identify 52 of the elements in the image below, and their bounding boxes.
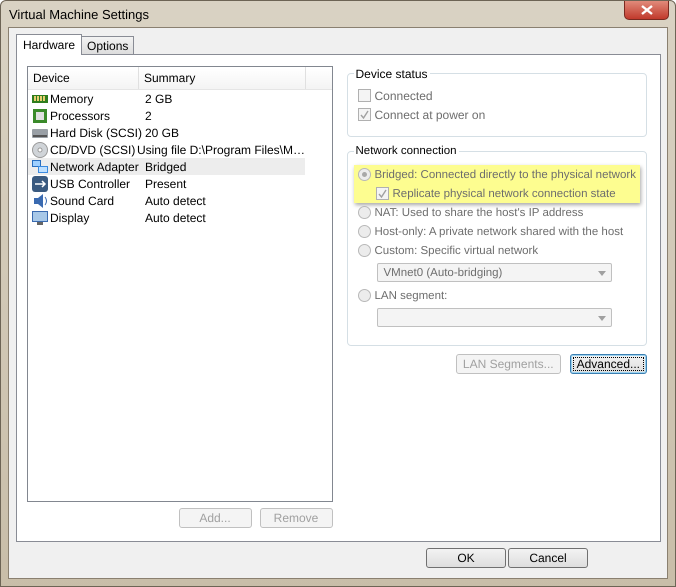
device-row[interactable]: Hard Disk (SCSI) 20 GB bbox=[28, 124, 305, 141]
device-row[interactable]: Sound Card Auto detect bbox=[28, 192, 305, 209]
device-name: CD/DVD (SCSI) bbox=[50, 142, 136, 156]
device-summary: Auto detect bbox=[145, 194, 206, 208]
device-summary: 20 GB bbox=[145, 126, 180, 140]
device-name: Sound Card bbox=[50, 194, 116, 208]
device-name: Hard Disk (SCSI) bbox=[50, 126, 144, 140]
device-name: Processors bbox=[50, 108, 112, 122]
checkbox-label: Connected bbox=[374, 88, 433, 102]
device-row[interactable]: Processors 2 bbox=[28, 107, 305, 124]
radio-label: Custom: Specific virtual network bbox=[374, 244, 538, 256]
tab[interactable]: Options bbox=[81, 36, 134, 54]
device-summary: Using file D:\Program Files\M… bbox=[136, 142, 305, 156]
group-title: Network connection bbox=[354, 145, 458, 157]
device-name: Network Adapter bbox=[50, 160, 140, 174]
radio-label: Host-only: A private network shared with the host bbox=[374, 226, 624, 238]
close-icon bbox=[640, 5, 652, 15]
tab[interactable]: Hardware bbox=[16, 34, 82, 55]
dialog-button[interactable]: Advanced... bbox=[570, 354, 647, 374]
device-name: USB Controller bbox=[50, 176, 132, 190]
device-row[interactable]: Memory 2 GB bbox=[28, 90, 305, 107]
radio-label: NAT: Used to share the host's IP address bbox=[374, 206, 584, 218]
device-row[interactable]: USB Controller Present bbox=[28, 175, 305, 192]
radio-label: Bridged: Connected directly to the physical network bbox=[374, 168, 636, 180]
network-icon bbox=[32, 158, 48, 174]
window-title: Virtual Machine Settings bbox=[9, 6, 149, 22]
device-row[interactable]: Display Auto detect bbox=[28, 209, 305, 226]
dialog-button[interactable]: OK bbox=[426, 548, 506, 568]
dialog-button[interactable]: Cancel bbox=[508, 548, 588, 568]
disc-icon bbox=[32, 142, 48, 158]
close-button[interactable] bbox=[624, 1, 669, 20]
device-row[interactable]: CD/DVD (SCSI)Using file D:\Program Files\M… bbox=[28, 141, 305, 158]
monitor-icon bbox=[32, 210, 48, 226]
device-name: Display bbox=[50, 210, 90, 224]
chip-icon bbox=[32, 108, 48, 124]
column-header[interactable]: Summary bbox=[139, 67, 306, 89]
device-summary: Auto detect bbox=[145, 210, 206, 224]
device-row[interactable]: Network Adapter Bridged bbox=[28, 158, 305, 175]
speaker-icon bbox=[32, 192, 48, 208]
device-summary: Present bbox=[145, 176, 186, 190]
device-name: Memory bbox=[50, 92, 94, 106]
column-header[interactable]: Device bbox=[28, 67, 139, 89]
device-summary: Bridged bbox=[145, 160, 186, 174]
caret-icon bbox=[598, 271, 606, 276]
group-title: Device status bbox=[354, 67, 430, 81]
device-summary: 2 GB bbox=[145, 92, 172, 106]
usb-icon bbox=[32, 176, 48, 192]
checkbox-label: Replicate physical network connection state bbox=[392, 188, 616, 200]
device-summary: 2 bbox=[145, 108, 152, 122]
radio-label: LAN segment: bbox=[374, 290, 448, 302]
caret-icon bbox=[598, 316, 606, 321]
checkbox-label: Connect at power on bbox=[374, 108, 486, 122]
